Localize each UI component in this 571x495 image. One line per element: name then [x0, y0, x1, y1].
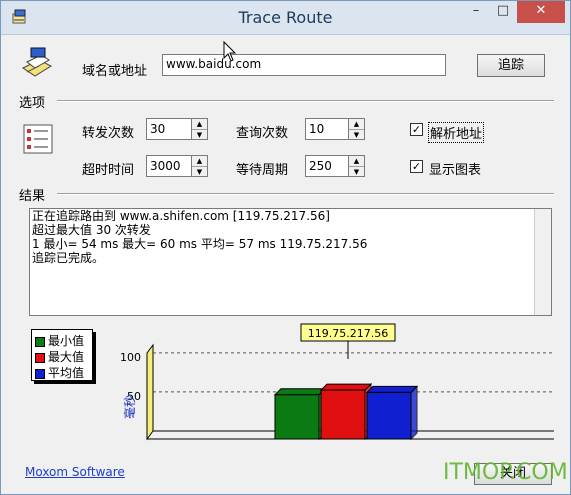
result-line: 超过最大值 30 次转发: [32, 223, 151, 237]
bar-front: [366, 391, 412, 440]
spin-down-icon[interactable]: ▼: [192, 129, 207, 139]
dialog-body: 域名或地址 www.baidu.com 追踪 选项 转发次数 30 ▲ ▼ 查询…: [9, 36, 568, 488]
spin-up-icon[interactable]: ▲: [192, 119, 207, 129]
hops-value[interactable]: 30: [146, 118, 192, 140]
bar-top: [319, 383, 373, 391]
bar-side: [410, 385, 418, 441]
hops-spinner[interactable]: 30 ▲ ▼: [146, 118, 209, 140]
result-line: 追踪已完成。: [32, 251, 105, 265]
bar-front: [320, 389, 366, 440]
timeout-label: 超时时间: [82, 163, 135, 178]
minimize-button[interactable]: –: [463, 1, 489, 23]
y-tick-label: 100: [120, 351, 141, 364]
show-chart-checkbox[interactable]: ✓: [410, 160, 423, 173]
bar-front: [274, 394, 320, 440]
results-section-label: 结果: [19, 189, 46, 204]
resolve-label[interactable]: 解析地址: [428, 122, 485, 143]
queries-label: 查询次数: [236, 126, 289, 141]
bar-avg: [365, 385, 419, 441]
wait-label: 等待周期: [236, 163, 289, 178]
trace-button[interactable]: 追踪: [477, 54, 545, 77]
chart-side-wall: [146, 343, 154, 441]
wait-value[interactable]: 250: [305, 155, 349, 177]
queries-value[interactable]: 10: [305, 118, 349, 140]
maximize-button[interactable]: □: [490, 1, 516, 23]
host-input[interactable]: www.baidu.com: [162, 54, 446, 76]
bar-max: [319, 382, 373, 441]
bar-min: [273, 387, 327, 441]
spin-down-icon[interactable]: ▼: [349, 166, 364, 176]
bar-chart: 10050 毫秒 1 转发 119.75.217.56: [120, 323, 554, 451]
result-line: 1 最小= 54 ms 最大= 60 ms 平均= 57 ms 119.75.2…: [32, 237, 368, 251]
spin-down-icon[interactable]: ▼: [192, 166, 207, 176]
chart-area: 最小值 最大值 平均值 10050 毫秒 1 转发: [9, 319, 562, 451]
vendor-link[interactable]: Moxom Software: [25, 465, 125, 479]
close-button[interactable]: 关闭: [474, 463, 552, 485]
resolve-checkbox[interactable]: ✓: [410, 123, 423, 136]
bar-tooltip: 119.75.217.56: [300, 323, 396, 359]
timeout-value[interactable]: 3000: [146, 155, 192, 177]
options-divider: [57, 100, 554, 102]
spin-up-icon[interactable]: ▲: [349, 119, 364, 129]
hops-spin-arrows[interactable]: ▲ ▼: [191, 118, 208, 140]
results-divider: [57, 193, 554, 195]
options-section-label: 选项: [19, 96, 46, 111]
bar-top: [273, 388, 327, 396]
mouse-cursor-icon: [223, 41, 237, 62]
timeout-spinner[interactable]: 3000 ▲ ▼: [146, 155, 209, 177]
result-line: 正在追踪路由到 www.a.shifen.com [119.75.217.56]: [32, 209, 330, 223]
show-chart-label[interactable]: 显示图表: [429, 159, 481, 178]
spin-down-icon[interactable]: ▼: [349, 129, 364, 139]
tooltip-text: 119.75.217.56: [308, 327, 388, 340]
settings-list-icon: [23, 124, 53, 154]
spin-up-icon[interactable]: ▲: [192, 156, 207, 166]
queries-spinner[interactable]: 10 ▲ ▼: [305, 118, 366, 140]
timeout-spin-arrows[interactable]: ▲ ▼: [191, 155, 208, 177]
y-axis-label: 毫秒: [122, 395, 137, 419]
host-label: 域名或地址: [82, 64, 148, 79]
app-window: Trace Route – □ ✕ 域名或地址 www.baidu.com 追踪…: [0, 0, 571, 495]
queries-spin-arrows[interactable]: ▲ ▼: [348, 118, 365, 140]
title-bar: Trace Route – □ ✕: [1, 1, 570, 35]
close-window-button[interactable]: ✕: [517, 1, 565, 23]
wait-spin-arrows[interactable]: ▲ ▼: [348, 155, 365, 177]
wait-spinner[interactable]: 250 ▲ ▼: [305, 155, 366, 177]
results-textarea[interactable]: 正在追踪路由到 www.a.shifen.com [119.75.217.56]…: [29, 208, 552, 316]
hops-label: 转发次数: [82, 126, 135, 141]
x-tick-label: 1: [345, 450, 352, 451]
results-scrollbar[interactable]: [534, 209, 551, 315]
bar-top: [365, 385, 419, 393]
spin-up-icon[interactable]: ▲: [349, 156, 364, 166]
wizard-icon: [22, 47, 53, 77]
